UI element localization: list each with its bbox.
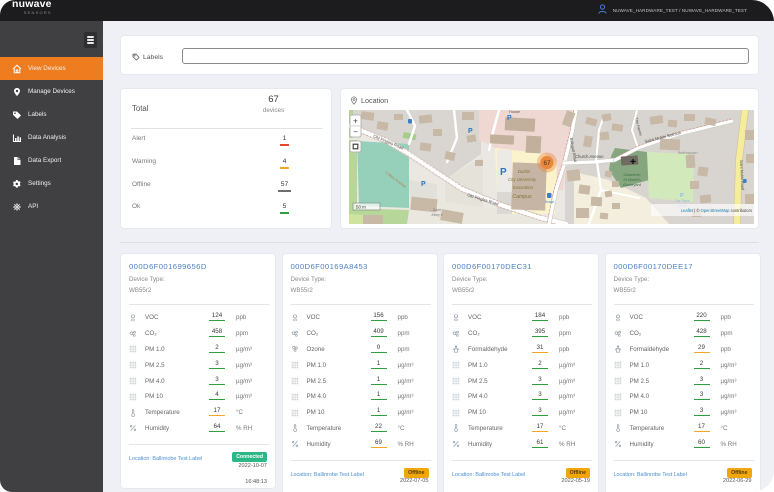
svg-text:50 m: 50 m xyxy=(356,205,366,210)
svg-text:City University: City University xyxy=(508,177,537,182)
svg-text:Graveyard: Graveyard xyxy=(623,183,642,187)
svg-text:Church Avenue: Church Avenue xyxy=(575,154,604,159)
svg-text:+: + xyxy=(353,117,358,126)
svg-text:Knast: Knast xyxy=(545,200,554,204)
svg-text:P: P xyxy=(468,128,473,135)
svg-text:Campus: Campus xyxy=(512,194,532,200)
svg-text:Saint: Saint xyxy=(433,208,443,212)
svg-text:Dublin: Dublin xyxy=(518,169,531,174)
svg-text:✚: ✚ xyxy=(630,158,636,166)
svg-text:67: 67 xyxy=(543,160,551,167)
svg-text:St Mobhi's: St Mobhi's xyxy=(623,178,641,182)
svg-text:−: − xyxy=(353,128,358,137)
svg-text:Leaflet | © OpenStreetMap cont: Leaflet | © OpenStreetMap contributors xyxy=(681,208,752,213)
svg-text:P: P xyxy=(421,181,426,188)
svg-text:Glasnevin: Glasnevin xyxy=(624,173,641,177)
svg-text:Car Park: Car Park xyxy=(675,199,691,203)
svg-text:P: P xyxy=(680,193,684,199)
svg-text:Mary's: Mary's xyxy=(431,213,442,217)
svg-text:P: P xyxy=(507,115,512,122)
svg-text:Innovation: Innovation xyxy=(513,185,534,190)
svg-text:Bellnagown: Bellnagown xyxy=(678,151,698,155)
svg-text:P: P xyxy=(500,167,507,178)
svg-text:House: House xyxy=(509,110,520,114)
